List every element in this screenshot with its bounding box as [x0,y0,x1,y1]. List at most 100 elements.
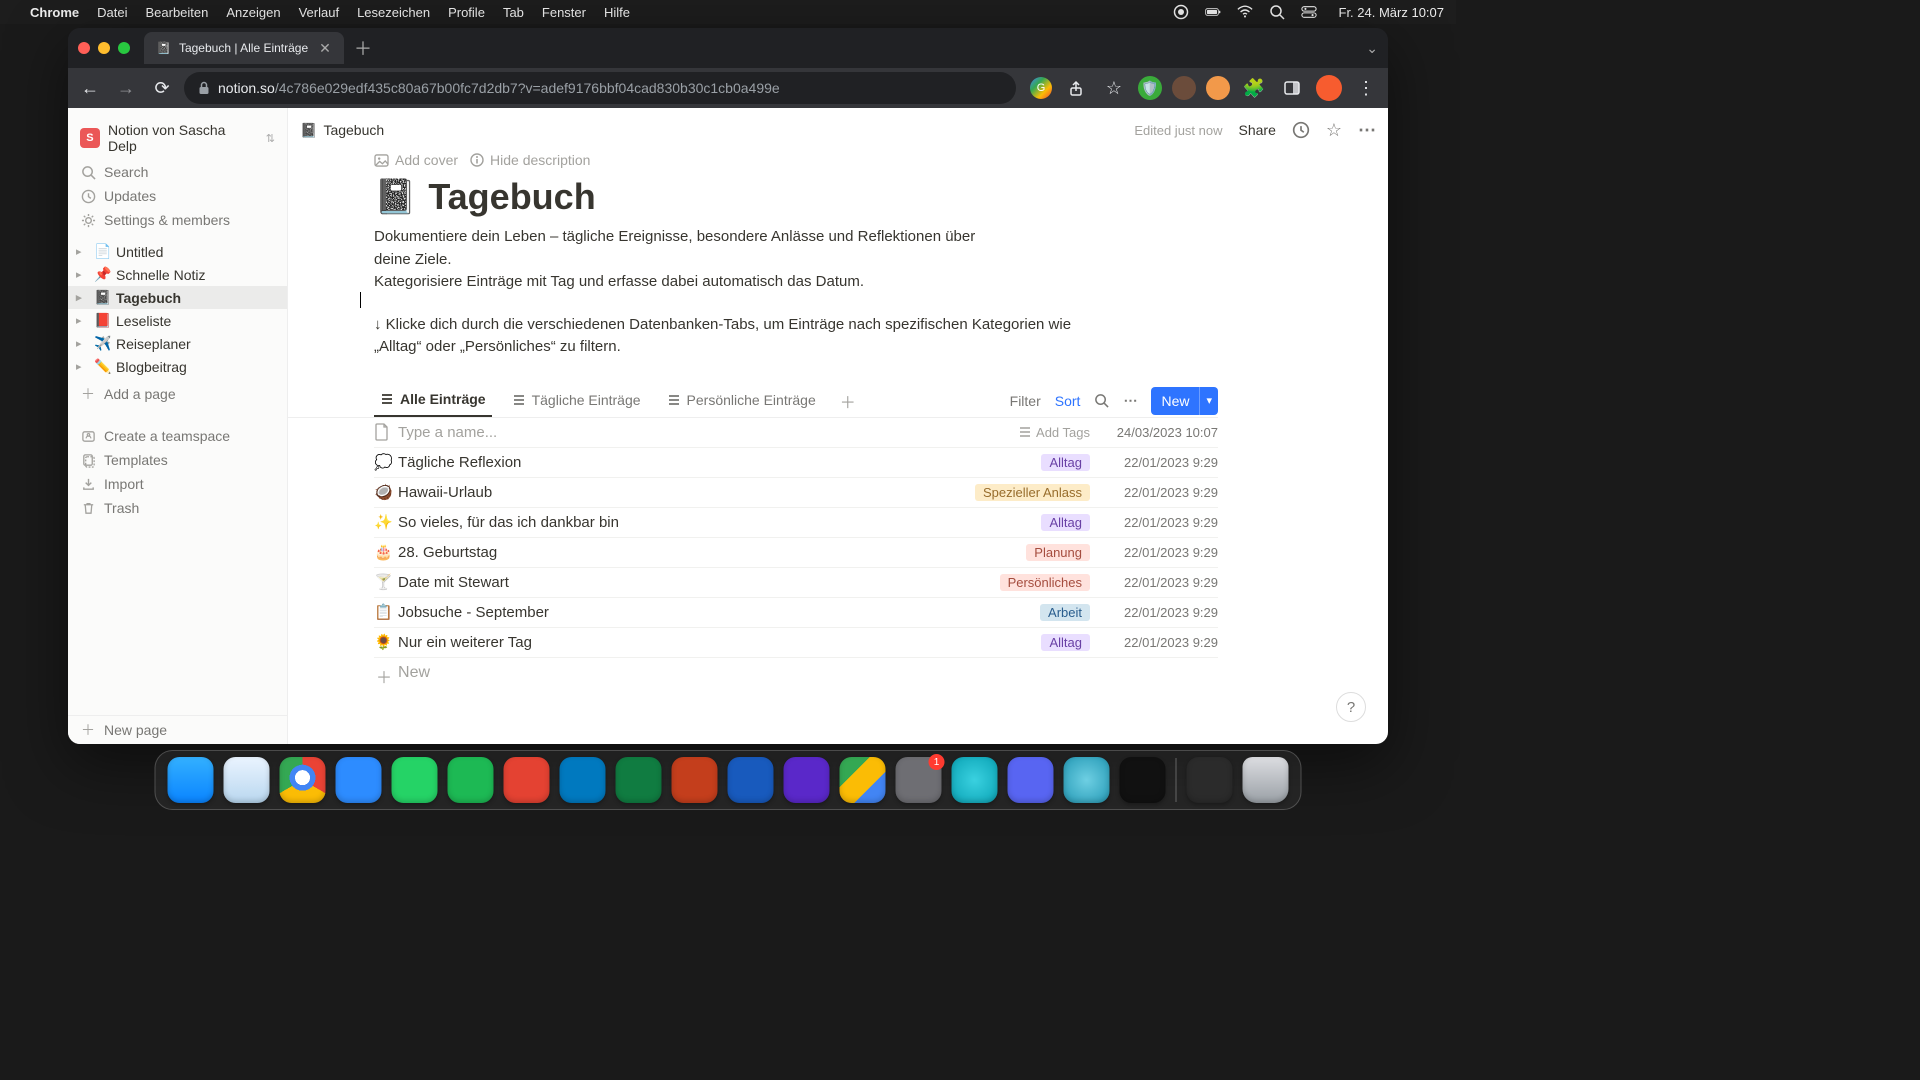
tag-pill[interactable]: Spezieller Anlass [975,484,1090,501]
dock-chrome-icon[interactable] [280,757,326,803]
dock-spotify-icon[interactable] [448,757,494,803]
tag-pill[interactable]: Arbeit [1040,604,1090,621]
menu-profile[interactable]: Profile [448,5,485,20]
address-bar[interactable]: notion.so/4c786e029edf435c80a67b00fc7d2d… [184,72,1016,104]
entry-row[interactable]: 🎂28. GeburtstagPlanung22/01/2023 9:29 [374,538,1218,568]
dock-whatsapp-icon[interactable] [392,757,438,803]
entry-row[interactable]: 🥥Hawaii-UrlaubSpezieller Anlass22/01/202… [374,478,1218,508]
sidebar-page-reiseplaner[interactable]: ▸✈️Reiseplaner [68,332,287,355]
share-button[interactable]: Share [1239,122,1276,138]
app-name[interactable]: Chrome [30,5,79,20]
add-row-button[interactable]: ＋ New [374,658,1218,694]
updates-icon[interactable] [1292,121,1310,139]
dock-discord-icon[interactable] [1008,757,1054,803]
dock-drive-icon[interactable] [840,757,886,803]
share-icon[interactable] [1062,74,1090,102]
menubar-clock[interactable]: Fr. 24. März 10:07 [1339,5,1445,20]
page-title-wrap[interactable]: 📓 Tagebuch [374,176,1218,218]
dock-app-teal-icon[interactable] [952,757,998,803]
close-tab-icon[interactable]: ✕ [318,41,332,55]
new-entry-button[interactable]: New ▾ [1151,387,1218,415]
back-button[interactable]: ← [76,74,104,102]
entry-row[interactable]: 🍸Date mit StewartPersönliches22/01/2023 … [374,568,1218,598]
window-controls[interactable] [78,42,130,54]
dock-finder-icon[interactable] [168,757,214,803]
add-cover-button[interactable]: Add cover [374,152,458,168]
add-tags-button[interactable]: Add Tags [1018,425,1090,440]
menu-hilfe[interactable]: Hilfe [604,5,630,20]
sidebar-page-tagebuch[interactable]: ▸📓Tagebuch [68,286,287,309]
tag-pill[interactable]: Persönliches [1000,574,1090,591]
dock-zoom-icon[interactable] [336,757,382,803]
page-menu-icon[interactable]: ⋯ [1358,120,1376,141]
extension-3-icon[interactable] [1206,76,1230,100]
dock-trash-icon[interactable] [1243,757,1289,803]
sort-button[interactable]: Sort [1055,393,1081,409]
dock-todoist-icon[interactable] [504,757,550,803]
sidebar-trash[interactable]: Trash [68,496,287,520]
hide-description-button[interactable]: Hide description [470,152,590,168]
record-icon[interactable] [1173,4,1189,20]
menu-tab[interactable]: Tab [503,5,524,20]
window-close-icon[interactable] [78,42,90,54]
new-tab-button[interactable]: ＋ [354,35,372,61]
chevron-right-icon[interactable]: ▸ [76,291,90,304]
menu-lesezeichen[interactable]: Lesezeichen [357,5,430,20]
chevron-right-icon[interactable]: ▸ [76,360,90,373]
extension-2-icon[interactable] [1172,76,1196,100]
dock-imovie-icon[interactable] [784,757,830,803]
page-tip[interactable]: ↓ Klicke dich durch die verschiedenen Da… [374,314,1104,359]
menu-verlauf[interactable]: Verlauf [299,5,339,20]
add-view-button[interactable]: ＋ [836,389,860,413]
dock-quicktime-icon[interactable] [1064,757,1110,803]
entry-row[interactable]: 💭Tägliche ReflexionAlltag22/01/2023 9:29 [374,448,1218,478]
sidebar-page-blogbeitrag[interactable]: ▸✏️Blogbeitrag [68,355,287,378]
dock-word-icon[interactable] [728,757,774,803]
browser-tab[interactable]: 📓 Tagebuch | Alle Einträge ✕ [144,32,344,64]
chevron-right-icon[interactable]: ▸ [76,337,90,350]
chevron-right-icon[interactable]: ▸ [76,314,90,327]
dock-excel-icon[interactable] [616,757,662,803]
dock-trello-icon[interactable] [560,757,606,803]
chevron-down-icon[interactable]: ▾ [1199,387,1218,415]
dock-settings-icon[interactable]: 1 [896,757,942,803]
translate-icon[interactable]: G [1030,77,1052,99]
entry-row[interactable]: ✨So vieles, für das ich dankbar binAllta… [374,508,1218,538]
menu-fenster[interactable]: Fenster [542,5,586,20]
db-search-icon[interactable] [1094,393,1109,408]
favorite-star-icon[interactable]: ☆ [1326,120,1342,141]
sidebar-updates[interactable]: Updates [68,184,287,208]
dock-voice-memo-icon[interactable] [1120,757,1166,803]
window-maximize-icon[interactable] [118,42,130,54]
new-entry-row[interactable]: Type a name... Add Tags 24/03/2023 10:07 [374,418,1218,448]
sidebar-page-leseliste[interactable]: ▸📕Leseliste [68,309,287,332]
search-icon[interactable] [1269,4,1285,20]
help-button[interactable]: ? [1336,692,1366,722]
chrome-menu-icon[interactable]: ⋮ [1352,74,1380,102]
sidebar-import[interactable]: Import [68,472,287,496]
sidebar-search[interactable]: Search [68,160,287,184]
sidebar-teamspace[interactable]: Create a teamspace [68,424,287,448]
sidebar-new-page[interactable]: ＋ New page [68,716,287,744]
tag-pill[interactable]: Alltag [1041,514,1090,531]
view-daily[interactable]: Tägliche Einträge [506,386,647,416]
forward-button[interactable]: → [112,74,140,102]
sidebar-add-page[interactable]: ＋ Add a page [68,380,287,408]
profile-avatar[interactable] [1316,75,1342,101]
control-center-icon[interactable] [1301,4,1317,20]
page-icon[interactable]: 📓 [374,177,416,217]
tag-pill[interactable]: Alltag [1041,634,1090,651]
chevron-right-icon[interactable]: ▸ [76,245,90,258]
filter-button[interactable]: Filter [1010,393,1041,409]
chevron-right-icon[interactable]: ▸ [76,268,90,281]
entry-row[interactable]: 📋Jobsuche - SeptemberArbeit22/01/2023 9:… [374,598,1218,628]
menu-bearbeiten[interactable]: Bearbeiten [145,5,208,20]
name-input[interactable]: Type a name... [398,424,968,441]
breadcrumb[interactable]: 📓 Tagebuch [300,122,384,139]
menu-datei[interactable]: Datei [97,5,127,20]
battery-icon[interactable] [1205,4,1221,20]
menu-anzeigen[interactable]: Anzeigen [226,5,280,20]
dock-powerpoint-icon[interactable] [672,757,718,803]
db-menu-icon[interactable]: ⋯ [1123,392,1137,409]
extension-1-icon[interactable]: 🛡️ [1138,76,1162,100]
